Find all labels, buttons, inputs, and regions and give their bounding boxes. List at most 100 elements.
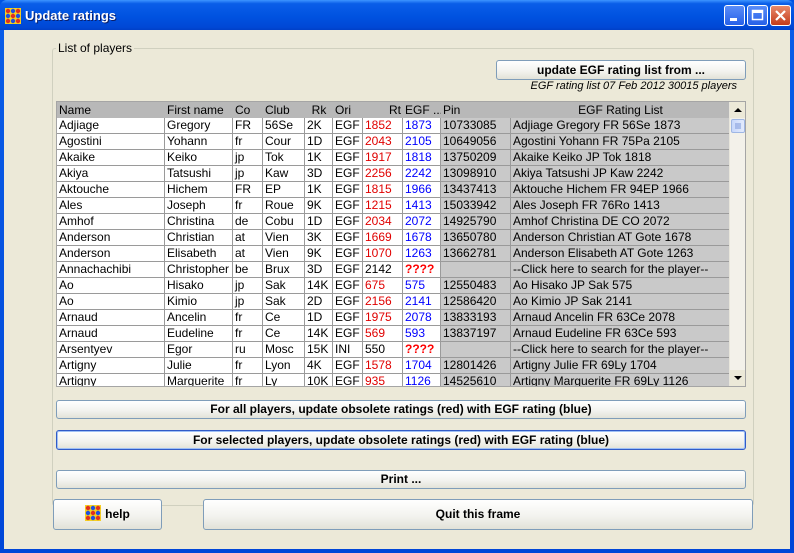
col-first-name-cell: Hisako bbox=[165, 278, 233, 294]
table-row[interactable]: Artigny Marguerite fr Ly 10K EGF 935 1126 145256… bbox=[57, 374, 730, 386]
col-origin-cell: EGF bbox=[333, 326, 363, 342]
col-egf-rating-list-cell[interactable]: Adjiage Gregory FR 56Se 1873 bbox=[511, 118, 730, 134]
scroll-down-button[interactable] bbox=[730, 370, 745, 386]
quit-button[interactable]: Quit this frame bbox=[203, 499, 753, 530]
table-row[interactable]: Arsentyev Egor ru Mosc 15K INI 550???? --Click … bbox=[57, 342, 730, 358]
update-all-button[interactable]: For all players, update obsolete ratings… bbox=[56, 400, 746, 419]
col-egf-rating-list-cell[interactable]: Aktouche Hichem FR 94EP 1966 bbox=[511, 182, 730, 198]
col-egf-rating-list-cell[interactable]: Artigny Marguerite FR 69Ly 1126 bbox=[511, 374, 730, 386]
update-egf-list-button[interactable]: update EGF rating list from ... bbox=[496, 60, 746, 80]
col-rating-cell: 1852 bbox=[363, 118, 403, 134]
table-row[interactable]: Akaike Keiko jp Tok 1K EGF 1917 1818 13750209 Aka… bbox=[57, 150, 730, 166]
table-row[interactable]: Annachachibi Christopher be Brux 3D EGF 2142??… bbox=[57, 262, 730, 278]
title-bar[interactable]: Update ratings bbox=[0, 0, 794, 30]
col-origin-cell: EGF bbox=[333, 374, 363, 386]
table-row[interactable]: Arnaud Eudeline fr Ce 14K EGF 569 593 13837197 Ar… bbox=[57, 326, 730, 342]
col-first-name-cell: Ancelin bbox=[165, 310, 233, 326]
col-rating-cell: 1215 bbox=[363, 198, 403, 214]
col-pin-cell: 10649056 bbox=[441, 134, 511, 150]
table-row[interactable]: Anderson Christian at Vien 3K EGF 1669 1678 1365… bbox=[57, 230, 730, 246]
col-rank-header[interactable]: Rk bbox=[305, 102, 333, 118]
col-egf-rating-list-header[interactable]: EGF Rating List bbox=[511, 102, 730, 118]
col-first-name-cell: Christian bbox=[165, 230, 233, 246]
table-row[interactable]: Agostini Yohann fr Cour 1D EGF 2043 2105 1064905… bbox=[57, 134, 730, 150]
table-row[interactable]: Artigny Julie fr Lyon 4K EGF 1578 1704 12801426 A… bbox=[57, 358, 730, 374]
table-row[interactable]: Aktouche Hichem FR EP 1K EGF 1815 1966 13437413 A… bbox=[57, 182, 730, 198]
col-club-cell: Vien bbox=[263, 230, 305, 246]
col-club-cell: Ce bbox=[263, 326, 305, 342]
col-first-name-cell: Eudeline bbox=[165, 326, 233, 342]
table-row[interactable]: Akiya Tatsushi jp Kaw 3D EGF 2256 2242 13098910 A… bbox=[57, 166, 730, 182]
update-selected-button[interactable]: For selected players, update obsolete ra… bbox=[56, 430, 746, 450]
col-pin-header[interactable]: Pin bbox=[441, 102, 511, 118]
col-name-header[interactable]: Name bbox=[57, 102, 165, 118]
col-egf-rating-list-cell[interactable]: Artigny Julie FR 69Ly 1704 bbox=[511, 358, 730, 374]
maximize-button[interactable] bbox=[747, 5, 768, 26]
col-country-cell: jp bbox=[233, 294, 263, 310]
col-egf-rating-list-cell[interactable]: Anderson Elisabeth AT Gote 1263 bbox=[511, 246, 730, 262]
players-table[interactable]: Name First name Co Club Rk Ori Rt EGF ... Pin EGF… bbox=[56, 101, 746, 387]
col-rating-header[interactable]: Rt bbox=[363, 102, 403, 118]
col-first-name-header[interactable]: First name bbox=[165, 102, 233, 118]
col-egf-rating-list-cell[interactable]: --Click here to search for the player-- bbox=[511, 342, 730, 358]
col-rank-cell: 15K bbox=[305, 342, 333, 358]
col-egf-rating-list-cell[interactable]: Ales Joseph FR 76Ro 1413 bbox=[511, 198, 730, 214]
col-pin-cell: 12550483 bbox=[441, 278, 511, 294]
col-egf-rating-list-cell[interactable]: Ao Kimio JP Sak 2141 bbox=[511, 294, 730, 310]
col-rank-cell: 2K bbox=[305, 118, 333, 134]
col-egf-rating-list-cell[interactable]: Amhof Christina DE CO 2072 bbox=[511, 214, 730, 230]
col-club-header[interactable]: Club bbox=[263, 102, 305, 118]
col-egf-rating-list-cell[interactable]: --Click here to search for the player-- bbox=[511, 262, 730, 278]
table-row[interactable]: Ales Joseph fr Roue 9K EGF 1215 1413 15033942 Ale… bbox=[57, 198, 730, 214]
col-rank-cell: 3K bbox=[305, 230, 333, 246]
col-egf-rating-cell: 1678 bbox=[403, 230, 441, 246]
scroll-thumb[interactable] bbox=[731, 119, 745, 133]
col-rank-cell: 14K bbox=[305, 278, 333, 294]
col-name-cell: Ales bbox=[57, 198, 165, 214]
scroll-up-button[interactable] bbox=[730, 102, 745, 118]
col-country-cell: fr bbox=[233, 358, 263, 374]
col-country-cell: fr bbox=[233, 134, 263, 150]
col-egf-rating-list-cell[interactable]: Arnaud Ancelin FR 63Ce 2078 bbox=[511, 310, 730, 326]
vertical-scrollbar[interactable] bbox=[729, 102, 745, 386]
table-row[interactable]: Ao Hisako jp Sak 14K EGF 675 575 12550483 Ao Hisa… bbox=[57, 278, 730, 294]
col-egf-rating-list-cell[interactable]: Ao Hisako JP Sak 575 bbox=[511, 278, 730, 294]
minimize-button[interactable] bbox=[724, 5, 745, 26]
col-country-cell: fr bbox=[233, 310, 263, 326]
col-origin-cell: EGF bbox=[333, 198, 363, 214]
col-first-name-cell: Keiko bbox=[165, 150, 233, 166]
col-rank-cell: 1K bbox=[305, 182, 333, 198]
col-rating-cell: 2156 bbox=[363, 294, 403, 310]
col-name-cell: Ao bbox=[57, 278, 165, 294]
col-club-cell: 56Se bbox=[263, 118, 305, 134]
col-first-name-cell: Egor bbox=[165, 342, 233, 358]
col-pin-cell: 14525610 bbox=[441, 374, 511, 386]
help-button[interactable]: help bbox=[53, 499, 162, 530]
col-egf-rating-list-cell[interactable]: Akaike Keiko JP Tok 1818 bbox=[511, 150, 730, 166]
grid-icon bbox=[5, 8, 21, 24]
col-egf-rating-header[interactable]: EGF ... bbox=[403, 102, 441, 118]
col-first-name-cell: Christina bbox=[165, 214, 233, 230]
table-row[interactable]: Anderson Elisabeth at Vien 9K EGF 1070 1263 1366… bbox=[57, 246, 730, 262]
col-first-name-cell: Joseph bbox=[165, 198, 233, 214]
col-origin-cell: EGF bbox=[333, 230, 363, 246]
col-country-header[interactable]: Co bbox=[233, 102, 263, 118]
col-egf-rating-cell: 2105 bbox=[403, 134, 441, 150]
table-row[interactable]: Amhof Christina de Cobu 1D EGF 2034 2072 1492579… bbox=[57, 214, 730, 230]
print-button[interactable]: Print ... bbox=[56, 470, 746, 489]
col-club-cell: EP bbox=[263, 182, 305, 198]
col-egf-rating-list-cell[interactable]: Arnaud Eudeline FR 63Ce 593 bbox=[511, 326, 730, 342]
col-origin-header[interactable]: Ori bbox=[333, 102, 363, 118]
col-club-cell: Brux bbox=[263, 262, 305, 278]
col-egf-rating-list-cell[interactable]: Anderson Christian AT Gote 1678 bbox=[511, 230, 730, 246]
col-egf-rating-cell: 593 bbox=[403, 326, 441, 342]
col-egf-rating-cell: 2078 bbox=[403, 310, 441, 326]
col-egf-rating-list-cell[interactable]: Akiya Tatsushi JP Kaw 2242 bbox=[511, 166, 730, 182]
table-row[interactable]: Arnaud Ancelin fr Ce 1D EGF 1975 2078 13833193 Ar… bbox=[57, 310, 730, 326]
col-pin-cell: 10733085 bbox=[441, 118, 511, 134]
col-country-cell: FR bbox=[233, 182, 263, 198]
col-egf-rating-list-cell[interactable]: Agostini Yohann FR 75Pa 2105 bbox=[511, 134, 730, 150]
close-button[interactable] bbox=[770, 5, 791, 26]
table-row[interactable]: Ao Kimio jp Sak 2D EGF 2156 2141 12586420 Ao Kimi… bbox=[57, 294, 730, 310]
table-row[interactable]: Adjiage Gregory FR 56Se 2K EGF 1852 1873 1073308… bbox=[57, 118, 730, 134]
